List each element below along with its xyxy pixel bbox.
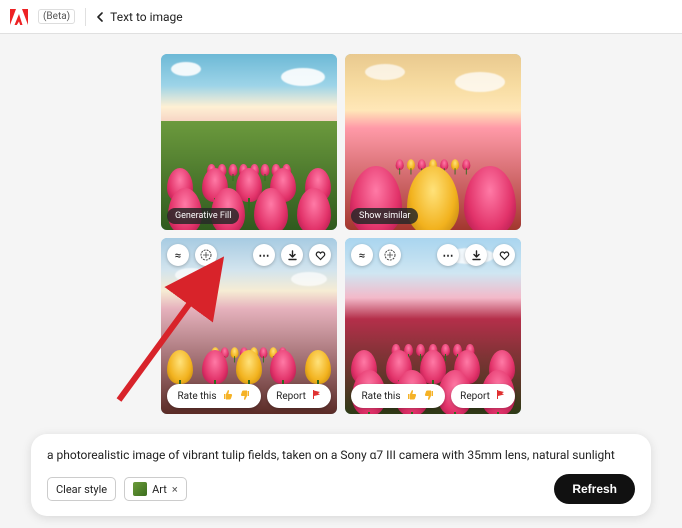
thumbs-down-icon[interactable] (423, 389, 435, 404)
more-options-button[interactable]: ⋯ (253, 244, 275, 266)
edit-button[interactable] (195, 244, 217, 266)
clear-style-button[interactable]: Clear style (47, 477, 116, 501)
similar-icon: ≈ (359, 249, 365, 262)
remove-style-icon[interactable]: × (172, 483, 178, 496)
report-pill[interactable]: Report (451, 384, 515, 408)
prompt-panel: a photorealistic image of vibrant tulip … (31, 434, 651, 516)
rate-pill[interactable]: Rate this (167, 384, 261, 408)
hover-action-label[interactable]: Generative Fill (167, 208, 239, 224)
show-similar-button[interactable]: ≈ (351, 244, 373, 266)
favorite-button[interactable] (309, 244, 331, 266)
edit-button[interactable] (379, 244, 401, 266)
tile-bottom-overlay: Rate this Report (167, 384, 331, 408)
rate-pill[interactable]: Rate this (351, 384, 445, 408)
app-header: (Beta) Text to image (0, 0, 682, 34)
report-pill[interactable]: Report (267, 384, 331, 408)
favorite-button[interactable] (493, 244, 515, 266)
rate-label: Rate this (361, 391, 400, 402)
hover-action-label[interactable]: Show similar (351, 208, 418, 224)
adobe-logo-icon (10, 9, 28, 25)
beta-badge: (Beta) (38, 9, 75, 24)
more-options-button[interactable]: ⋯ (437, 244, 459, 266)
tile-top-overlay: ≈ ⋯ (161, 244, 337, 266)
heart-icon (499, 250, 510, 261)
download-button[interactable] (281, 244, 303, 266)
style-chip[interactable]: Art × (124, 477, 187, 501)
show-similar-button[interactable]: ≈ (167, 244, 189, 266)
edit-sparkle-icon (200, 249, 212, 261)
result-tile[interactable]: Generative Fill (161, 54, 337, 230)
report-label: Report (460, 391, 490, 402)
style-chip-row: Clear style Art × (47, 477, 187, 501)
thumbs-up-icon[interactable] (222, 389, 234, 404)
result-tile[interactable]: Show similar (345, 54, 521, 230)
edit-sparkle-icon (384, 249, 396, 261)
flag-icon (311, 389, 322, 403)
download-icon (471, 250, 482, 261)
style-chip-label: Art (152, 483, 167, 496)
tile-bottom-overlay: Rate this Report (351, 384, 515, 408)
thumbs-down-icon[interactable] (239, 389, 251, 404)
thumbs-up-icon[interactable] (406, 389, 418, 404)
refresh-button[interactable]: Refresh (554, 474, 635, 504)
download-button[interactable] (465, 244, 487, 266)
more-icon: ⋯ (259, 249, 270, 262)
report-label: Report (276, 391, 306, 402)
heart-icon (315, 250, 326, 261)
header-separator (85, 8, 86, 26)
similar-icon: ≈ (175, 249, 181, 262)
results-canvas: Generative Fill Show similar (0, 34, 682, 414)
flag-icon (495, 389, 506, 403)
result-tile[interactable]: ≈ ⋯ (345, 238, 521, 414)
back-button[interactable]: Text to image (96, 10, 183, 24)
page-title: Text to image (110, 10, 183, 24)
style-swatch-icon (133, 482, 147, 496)
result-tile[interactable]: ≈ ⋯ (161, 238, 337, 414)
rate-label: Rate this (177, 391, 216, 402)
prompt-input[interactable]: a photorealistic image of vibrant tulip … (47, 448, 635, 462)
more-icon: ⋯ (443, 249, 454, 262)
download-icon (287, 250, 298, 261)
clear-style-label: Clear style (56, 483, 107, 496)
results-grid: Generative Fill Show similar (161, 54, 521, 414)
tile-top-overlay: ≈ ⋯ (345, 244, 521, 266)
chevron-left-icon (96, 12, 104, 22)
